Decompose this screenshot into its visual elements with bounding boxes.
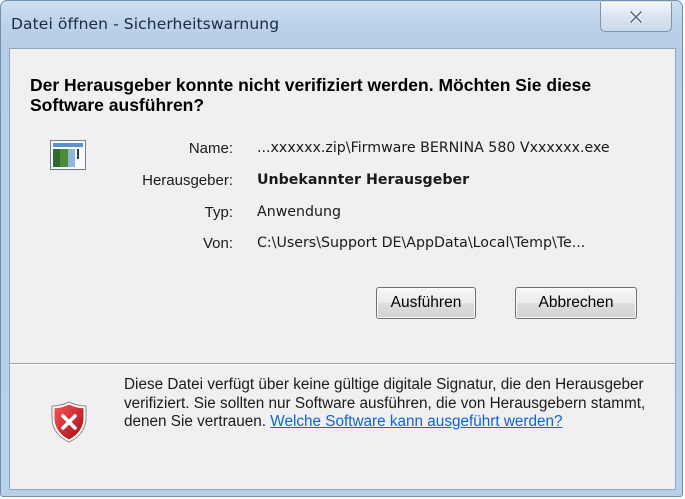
window-title: Datei öffnen - Sicherheitswarnung [11,15,280,33]
application-file-icon [50,140,86,175]
name-value: ...xxxxxx.zip\Firmware BERNINA 580 Vxxxx… [257,140,610,156]
help-link[interactable]: Welche Software kann ausgeführt werden? [270,413,562,430]
security-warning-dialog: Datei öffnen - Sicherheitswarnung Der He… [0,0,683,497]
warning-message: Diese Datei verfügt über keine gültige d… [124,376,654,432]
close-icon [601,2,671,31]
dialog-content: Der Herausgeber konnte nicht verifiziert… [9,48,676,490]
type-value: Anwendung [257,204,342,220]
publisher-label: Herausgeber: [142,172,233,189]
cancel-button[interactable]: Abbrechen [515,287,637,319]
title-bar[interactable]: Datei öffnen - Sicherheitswarnung [1,1,682,47]
name-label: Name: [188,140,233,157]
type-label: Typ: [204,204,233,221]
close-button[interactable] [600,2,672,32]
from-value: C:\Users\Support DE\AppData\Local\Temp\T… [257,235,586,251]
run-button[interactable]: Ausführen [376,287,476,319]
publisher-value: Unbekannter Herausgeber [257,172,470,188]
separator [10,363,675,365]
dialog-heading: Der Herausgeber konnte nicht verifiziert… [30,75,592,115]
security-shield-error-icon [51,401,87,448]
from-label: Von: [202,235,233,252]
